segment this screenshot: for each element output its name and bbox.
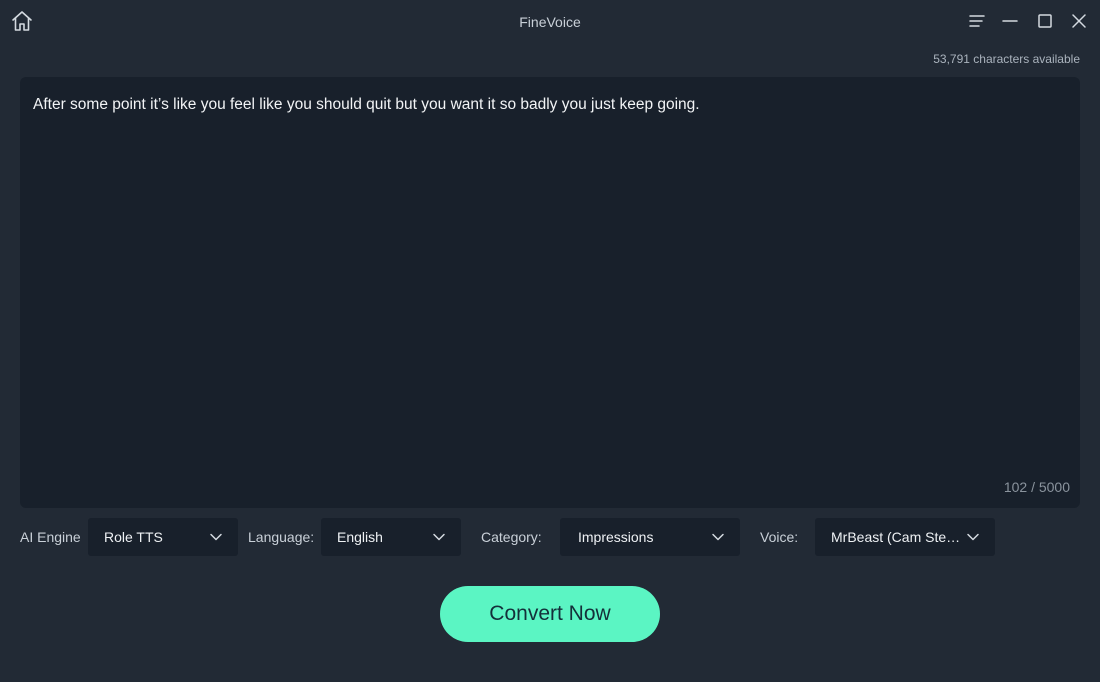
voice-label: Voice:: [760, 529, 799, 545]
ai-engine-value: Role TTS: [104, 529, 163, 545]
minimize-icon: [1000, 11, 1020, 31]
character-count: 102 / 5000: [1003, 479, 1070, 495]
maximize-button[interactable]: [1035, 11, 1055, 31]
category-label: Category:: [481, 529, 542, 545]
close-icon: [1069, 11, 1089, 31]
convert-now-button[interactable]: Convert Now: [440, 586, 660, 642]
minimize-button[interactable]: [1000, 11, 1020, 31]
category-value: Impressions: [578, 529, 654, 545]
app-window: FineVoice 53,791 characters available Af…: [0, 0, 1100, 682]
voice-value: MrBeast (Cam Stea...: [831, 529, 963, 545]
chevron-down-icon: [966, 530, 980, 544]
menu-button[interactable]: [967, 11, 987, 31]
text-editor[interactable]: After some point it’s like you feel like…: [20, 77, 1080, 508]
chevron-down-icon: [432, 530, 446, 544]
category-select[interactable]: Impressions: [560, 518, 740, 556]
settings-row: AI Engine Role TTS Language: English Cat…: [0, 518, 1100, 556]
maximize-icon: [1035, 11, 1055, 31]
voice-select[interactable]: MrBeast (Cam Stea...: [815, 518, 995, 556]
chevron-down-icon: [209, 530, 223, 544]
language-select[interactable]: English: [321, 518, 461, 556]
language-label: Language:: [248, 529, 315, 545]
ai-engine-label: AI Engine: [20, 529, 81, 545]
chevron-down-icon: [711, 530, 725, 544]
language-value: English: [337, 529, 383, 545]
editor-text[interactable]: After some point it’s like you feel like…: [33, 94, 1067, 116]
characters-available-text: 53,791 characters available: [933, 52, 1080, 66]
ai-engine-select[interactable]: Role TTS: [88, 518, 238, 556]
app-title: FineVoice: [519, 14, 581, 30]
hamburger-menu-icon: [967, 11, 987, 31]
close-button[interactable]: [1069, 11, 1089, 31]
title-bar: FineVoice: [0, 0, 1100, 44]
